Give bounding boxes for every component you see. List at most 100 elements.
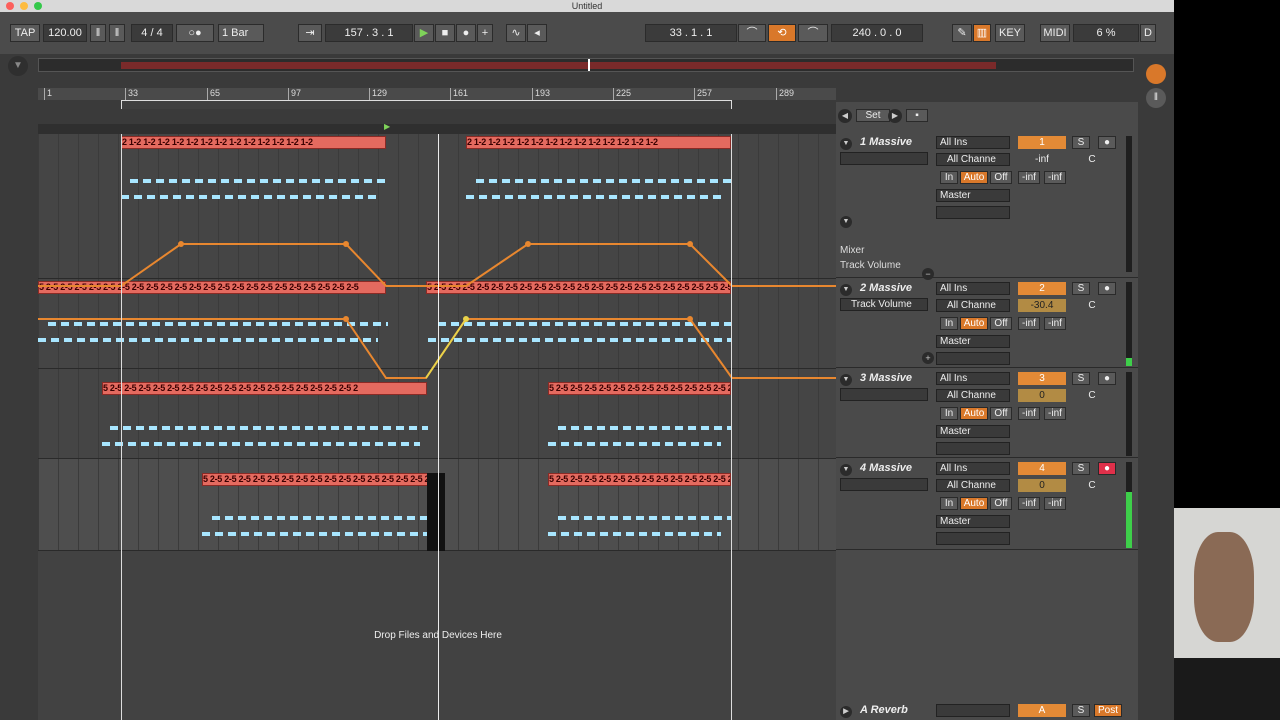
clip-view-toggle-icon[interactable] <box>1146 64 1166 84</box>
volume-field[interactable]: 0 <box>1018 479 1066 492</box>
track-activator-button[interactable]: 3 <box>1018 372 1066 385</box>
fold-toggle-icon[interactable]: ▶ <box>840 706 852 718</box>
draw-mode-icon[interactable]: ✎ <box>952 24 972 42</box>
send-b-field[interactable]: -inf <box>1044 497 1066 510</box>
solo-button[interactable]: S <box>1072 136 1090 149</box>
output-channel-field[interactable] <box>936 352 1010 365</box>
follow-icon[interactable]: ⇥ <box>298 24 322 42</box>
monitor-in-button[interactable]: In <box>940 171 958 184</box>
monitor-in-button[interactable]: In <box>940 497 958 510</box>
play-button[interactable]: ▶ <box>414 24 434 42</box>
record-button[interactable]: ● <box>456 24 476 42</box>
nudge-up-icon[interactable]: ‖ <box>109 24 125 42</box>
loop-switch-button[interactable]: ⟲ <box>768 24 796 42</box>
send-b-field[interactable]: -inf <box>1044 317 1066 330</box>
solo-button[interactable]: S <box>1072 462 1090 475</box>
loop-brace[interactable] <box>121 100 732 109</box>
loop-length-field[interactable]: 240 . 0 . 0 <box>831 24 923 42</box>
track-name-field[interactable] <box>840 152 928 165</box>
locator-strip[interactable]: ▶ <box>38 122 836 134</box>
monitor-auto-button[interactable]: Auto <box>960 171 988 184</box>
track-name-field[interactable] <box>840 388 928 401</box>
output-dropdown[interactable]: Master <box>936 335 1010 348</box>
nudge-down-icon[interactable]: ‖ <box>90 24 106 42</box>
output-dropdown[interactable]: Master <box>936 515 1010 528</box>
pan-field[interactable]: C <box>1072 389 1112 402</box>
send-a-field[interactable]: -inf <box>1018 171 1040 184</box>
automation-arm-icon[interactable]: ∿ <box>506 24 526 42</box>
computer-midi-keyboard-icon[interactable]: ▥ <box>973 24 991 42</box>
time-signature-field[interactable]: 4 / 4 <box>131 24 173 42</box>
stop-button[interactable]: ■ <box>435 24 455 42</box>
volume-field[interactable]: 0 <box>1018 389 1066 402</box>
scroll-left-icon[interactable]: ◀ <box>838 109 852 123</box>
browser-toggle-icon[interactable]: ▼ <box>8 56 28 76</box>
beat-time-ruler[interactable]: 1 33 65 97 129 161 193 225 257 289 <box>38 88 836 100</box>
input-type-dropdown[interactable]: All Ins <box>936 136 1010 149</box>
output-channel-field[interactable] <box>936 532 1010 545</box>
monitor-off-button[interactable]: Off <box>990 497 1012 510</box>
input-channel-dropdown[interactable]: All Channe <box>936 299 1010 312</box>
output-dropdown[interactable]: Master <box>936 189 1010 202</box>
send-b-field[interactable]: -inf <box>1044 171 1066 184</box>
arm-icon[interactable]: ● <box>1098 282 1116 295</box>
track-name-field[interactable] <box>840 478 928 491</box>
track-title[interactable]: ▶ A Reverb <box>840 704 908 718</box>
fold-toggle-icon[interactable]: ▼ <box>840 464 852 476</box>
track-title[interactable]: ▼ 1 Massive <box>840 136 912 150</box>
track-activator-button[interactable]: 4 <box>1018 462 1066 475</box>
monitor-in-button[interactable]: In <box>940 317 958 330</box>
pan-field[interactable]: C <box>1072 479 1112 492</box>
solo-button[interactable]: S <box>1072 704 1090 717</box>
send-a-field[interactable]: -inf <box>1018 407 1040 420</box>
scroll-right-icon[interactable]: ▶ <box>888 109 902 123</box>
lock-icon[interactable]: ▪ <box>906 109 928 122</box>
volume-field[interactable]: -30.4 <box>1018 299 1066 312</box>
metronome-button[interactable]: ○● <box>176 24 214 42</box>
monitor-auto-button[interactable]: Auto <box>960 497 988 510</box>
solo-button[interactable]: S <box>1072 372 1090 385</box>
monitor-off-button[interactable]: Off <box>990 317 1012 330</box>
track-title[interactable]: ▼ 2 Massive <box>840 282 912 296</box>
return-routing-field[interactable] <box>936 704 1010 717</box>
monitor-auto-button[interactable]: Auto <box>960 407 988 420</box>
output-channel-field[interactable] <box>936 442 1010 455</box>
mixer-toggle-icon[interactable]: ‖ <box>1146 88 1166 108</box>
post-fader-button[interactable]: Post <box>1094 704 1122 717</box>
add-icon[interactable]: + <box>477 24 493 42</box>
arm-icon[interactable]: ● <box>1098 136 1116 149</box>
pan-field[interactable]: C <box>1072 299 1112 312</box>
automation-fold-icon[interactable]: ▼ <box>840 216 852 228</box>
output-dropdown[interactable]: Master <box>936 425 1010 438</box>
back-to-arrangement-icon[interactable]: ◂ <box>527 24 547 42</box>
send-b-field[interactable]: -inf <box>1044 407 1066 420</box>
track-activator-button[interactable]: 2 <box>1018 282 1066 295</box>
fold-toggle-icon[interactable]: ▼ <box>840 138 852 150</box>
arm-icon[interactable]: ● <box>1098 372 1116 385</box>
input-channel-dropdown[interactable]: All Channe <box>936 153 1010 166</box>
fold-toggle-icon[interactable]: ▼ <box>840 284 852 296</box>
solo-button[interactable]: S <box>1072 282 1090 295</box>
monitor-auto-button[interactable]: Auto <box>960 317 988 330</box>
arrangement-position-field[interactable]: 157 . 3 . 1 <box>325 24 413 42</box>
loop-start-field[interactable]: 33 . 1 . 1 <box>645 24 737 42</box>
add-lane-icon[interactable]: + <box>922 352 934 364</box>
input-channel-dropdown[interactable]: All Channe <box>936 479 1010 492</box>
arrangement-overview[interactable] <box>38 58 1134 72</box>
send-a-field[interactable]: -inf <box>1018 497 1040 510</box>
input-type-dropdown[interactable]: All Ins <box>936 372 1010 385</box>
volume-field[interactable]: -inf <box>1018 153 1066 166</box>
fold-toggle-icon[interactable]: ▼ <box>840 374 852 386</box>
key-map-button[interactable]: KEY <box>995 24 1025 42</box>
return-activator-button[interactable]: A <box>1018 704 1066 717</box>
track-title[interactable]: ▼ 3 Massive <box>840 372 912 386</box>
monitor-in-button[interactable]: In <box>940 407 958 420</box>
monitor-off-button[interactable]: Off <box>990 171 1012 184</box>
punch-out-icon[interactable]: ⌒ <box>798 24 828 42</box>
set-locator-button[interactable]: Set <box>856 109 890 122</box>
track-title[interactable]: ▼ 4 Massive <box>840 462 912 476</box>
arrangement-view[interactable]: 2 1-2 1-2 1-2 1-2 1-2 1-2 1-2 1-2 1-2 1-… <box>38 134 836 720</box>
tap-tempo-button[interactable]: TAP <box>10 24 40 42</box>
punch-in-icon[interactable]: ⌒ <box>738 24 766 42</box>
output-channel-field[interactable] <box>936 206 1010 219</box>
